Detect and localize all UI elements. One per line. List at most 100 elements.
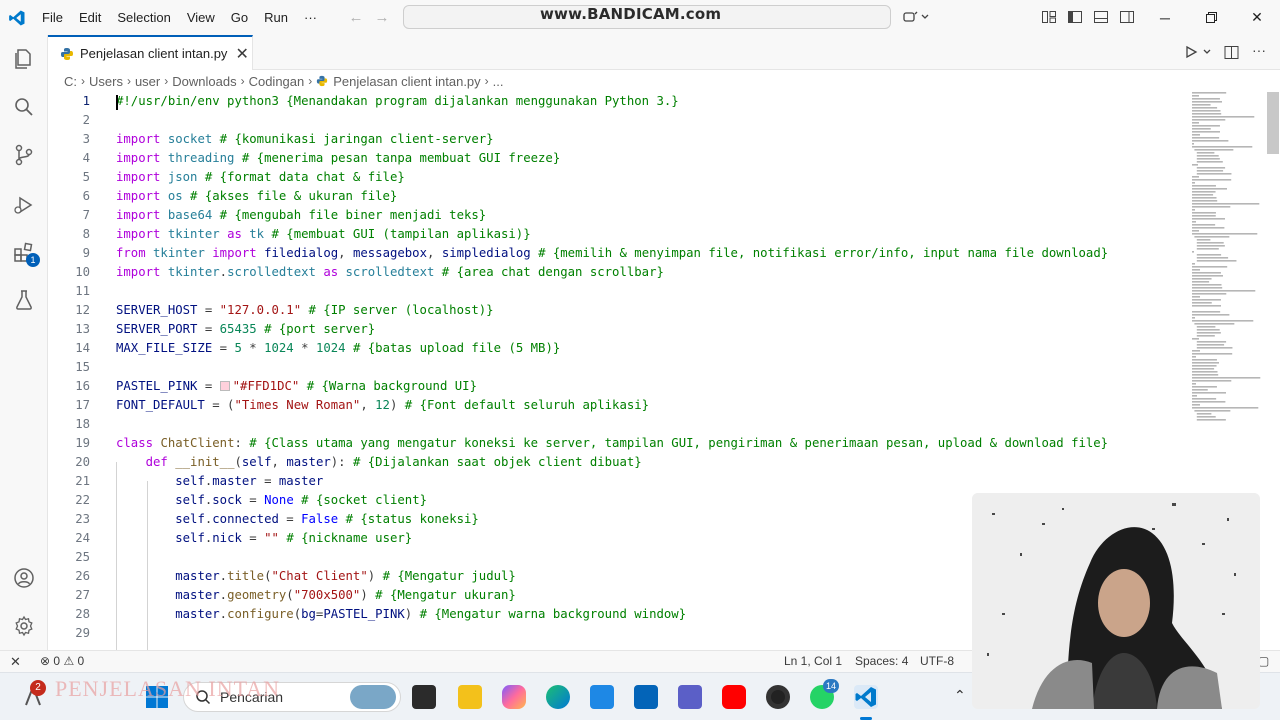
minimize-button[interactable]: ─ <box>1142 0 1188 35</box>
outlook-icon[interactable] <box>634 685 658 709</box>
minimap[interactable] <box>1190 92 1265 422</box>
tab-bar: Penjelasan client intan.py ✕ ··· <box>48 35 1280 70</box>
code-line[interactable]: 18 <box>48 415 1188 434</box>
code-line[interactable]: 20 def __init__(self, master): # {Dijala… <box>48 453 1188 472</box>
breadcrumb-users[interactable]: Users <box>89 74 123 89</box>
code-line[interactable]: 8 import tkinter as tk # {membuat GUI (ta… <box>48 225 1188 244</box>
minimap-line <box>1192 212 1216 214</box>
toggle-panel-icon[interactable] <box>1093 9 1109 25</box>
breadcrumb-codingan[interactable]: Codingan <box>249 74 305 89</box>
back-arrow-icon[interactable]: ← <box>343 9 369 26</box>
minimap-line <box>1192 131 1220 133</box>
minimap-line <box>1192 119 1226 121</box>
search-icon[interactable] <box>12 95 36 119</box>
search-highlight-image[interactable] <box>350 685 396 709</box>
menu-selection[interactable]: Selection <box>109 0 178 35</box>
code-line[interactable]: 5 import json # {format data chat & file} <box>48 168 1188 187</box>
minimap-line <box>1192 221 1196 223</box>
task-view-icon[interactable] <box>412 685 436 709</box>
breadcrumb-user[interactable]: user <box>135 74 160 89</box>
code-line[interactable]: 11 <box>48 282 1188 301</box>
minimap-line <box>1192 371 1218 373</box>
source-control-icon[interactable] <box>12 143 36 167</box>
minimap-line <box>1192 191 1216 193</box>
more-actions-icon[interactable]: ··· <box>1252 42 1266 58</box>
vscode-taskbar-icon[interactable] <box>854 685 878 709</box>
menu-go[interactable]: Go <box>223 0 256 35</box>
bandicam-record-icon[interactable] <box>766 685 790 709</box>
menu-edit[interactable]: Edit <box>71 0 109 35</box>
code-line[interactable]: 14 MAX_FILE_SIZE = 5 * 1024 * 1024 # {bat… <box>48 339 1188 358</box>
forward-arrow-icon[interactable]: → <box>369 9 395 26</box>
code-line[interactable]: 9 from tkinter import filedialog, message… <box>48 244 1188 263</box>
code-line[interactable]: 10 import tkinter.scrolledtext as scrolle… <box>48 263 1188 282</box>
menu-more[interactable]: ··· <box>296 0 325 35</box>
code-line[interactable]: 13 SERVER_PORT = 65435 # {port server} <box>48 320 1188 339</box>
minimap-line <box>1194 149 1234 151</box>
code-line[interactable]: 12 SERVER_HOST = "127.0.0.1" # {IP server… <box>48 301 1188 320</box>
remote-indicator-icon[interactable]: ✕ <box>10 654 21 670</box>
code-line[interactable]: 17 FONT_DEFAULT = ("Times New Roman", 12)… <box>48 396 1188 415</box>
minimap-line <box>1192 104 1211 106</box>
indent-guide <box>147 481 148 650</box>
code-line[interactable]: 3 import socket # {komunikasi jaringan cl… <box>48 130 1188 149</box>
split-editor-icon[interactable] <box>1224 45 1239 60</box>
code-line[interactable]: 7 import base64 # {mengubah file biner me… <box>48 206 1188 225</box>
editor-scrollbar[interactable] <box>1266 92 1280 650</box>
menu-file[interactable]: File <box>34 0 71 35</box>
code-line[interactable]: 15 <box>48 358 1188 377</box>
minimap-line <box>1196 257 1229 259</box>
menu-view[interactable]: View <box>179 0 223 35</box>
code-line[interactable]: 1 #!/usr/bin/env python3 {Menandakan prog… <box>48 92 1188 111</box>
run-debug-icon[interactable] <box>12 193 36 217</box>
settings-gear-icon[interactable] <box>12 614 36 638</box>
breadcrumb-downloads[interactable]: Downloads <box>172 74 236 89</box>
account-icon[interactable] <box>12 566 36 590</box>
youtube-icon[interactable] <box>722 685 746 709</box>
tab-penjelasan-client[interactable]: Penjelasan client intan.py ✕ <box>48 35 253 70</box>
layout-customize-icon[interactable] <box>1041 9 1057 25</box>
toggle-secondary-sidebar-icon[interactable] <box>1119 9 1135 25</box>
run-dropdown-chevron-icon[interactable] <box>1202 47 1212 57</box>
code-line[interactable]: 19 class ChatClient: # {Class utama yang … <box>48 434 1188 453</box>
edge-browser-icon[interactable] <box>546 685 570 709</box>
code-line[interactable]: 16 PASTEL_PINK = "#FFD1DC" # {Warna backg… <box>48 377 1188 396</box>
restore-button[interactable] <box>1188 0 1234 35</box>
line-number: 19 <box>75 436 90 450</box>
run-python-file-icon[interactable] <box>1184 45 1198 59</box>
python-file-icon <box>61 47 73 60</box>
indentation[interactable]: Spaces: 4 <box>855 654 908 668</box>
code-line[interactable]: 21 self.master = master <box>48 472 1188 491</box>
show-hidden-icons-chevron-icon[interactable]: ⌃ <box>954 687 966 704</box>
breadcrumb-drive[interactable]: C: <box>64 74 77 89</box>
minimap-line <box>1192 302 1212 304</box>
problems-indicator[interactable]: ⊗ 0 ⚠ 0 <box>40 654 84 668</box>
minimap-line <box>1192 95 1199 97</box>
breadcrumb-chevron-icon: › <box>484 74 489 88</box>
testing-icon[interactable] <box>12 288 36 312</box>
line-number: 2 <box>82 113 90 127</box>
minimap-line <box>1196 248 1219 250</box>
menu-run[interactable]: Run <box>256 0 296 35</box>
teams-icon[interactable] <box>678 685 702 709</box>
encoding[interactable]: UTF-8 <box>920 654 954 668</box>
explorer-icon[interactable] <box>12 47 36 71</box>
microsoft-store-icon[interactable] <box>590 685 614 709</box>
chevron-down-icon[interactable] <box>920 9 930 25</box>
breadcrumb-symbols[interactable]: ... <box>493 74 504 89</box>
toggle-primary-sidebar-icon[interactable] <box>1067 9 1083 25</box>
minimap-line <box>1192 377 1261 379</box>
code-line[interactable]: 2 <box>48 111 1188 130</box>
breadcrumb-file[interactable]: Penjelasan client intan.py <box>333 74 480 89</box>
code-line[interactable]: 6 import os # {akses file & ukuran file} <box>48 187 1188 206</box>
cursor-position[interactable]: Ln 1, Col 1 <box>784 654 842 668</box>
scrollbar-thumb[interactable] <box>1267 92 1279 154</box>
code-line[interactable]: 4 import threading # {menerima pesan tanp… <box>48 149 1188 168</box>
copilot-icon[interactable] <box>902 9 918 25</box>
close-window-button[interactable]: ✕ <box>1234 0 1280 35</box>
tab-close-icon[interactable]: ✕ <box>235 44 248 64</box>
copilot-app-icon[interactable] <box>502 685 526 709</box>
line-text: def __init__(self, master): # {Dijalanka… <box>145 455 642 469</box>
warning-icon: ⚠ <box>63 654 75 668</box>
file-explorer-icon[interactable] <box>458 685 482 709</box>
